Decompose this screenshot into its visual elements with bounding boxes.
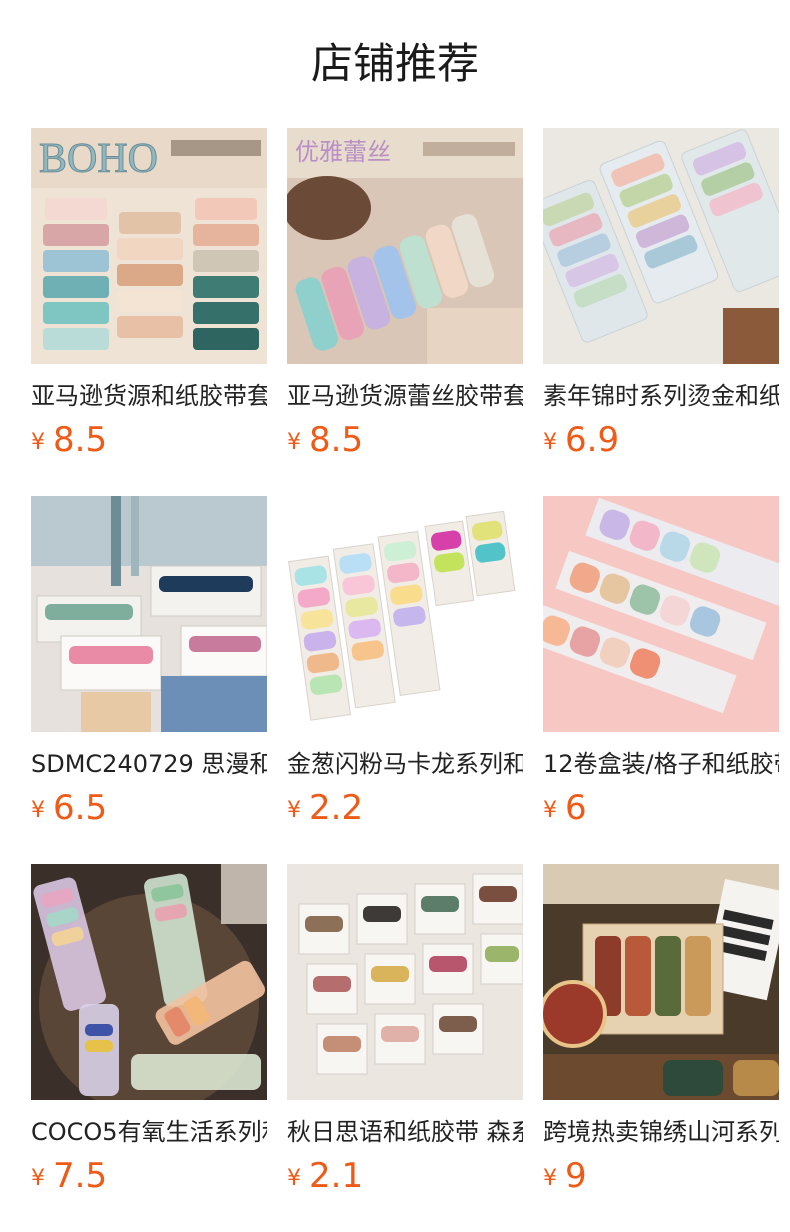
product-image[interactable] <box>287 496 523 732</box>
product-price: ¥2.1 <box>287 1154 523 1204</box>
product-title[interactable]: 素年锦时系列烫金和纸胶带 <box>543 378 779 414</box>
currency-symbol: ¥ <box>287 798 301 823</box>
product-price: ¥8.5 <box>31 418 267 468</box>
svg-text:优雅蕾丝: 优雅蕾丝 <box>295 138 391 166</box>
product-price: ¥6.9 <box>543 418 779 468</box>
price-value: 2.1 <box>309 1156 364 1196</box>
product-title[interactable]: 跨境热卖锦绣山河系列和纸胶带 <box>543 1114 779 1150</box>
product-image[interactable]: 优雅蕾丝 <box>287 128 523 364</box>
price-value: 6.9 <box>565 420 620 460</box>
product-card[interactable]: 12卷盒装/格子和纸胶带 ¥6 <box>543 496 779 836</box>
product-card[interactable]: 跨境热卖锦绣山河系列和纸胶带 ¥9 <box>543 864 779 1204</box>
price-value: 2.2 <box>309 788 364 828</box>
product-image[interactable]: BOHO <box>31 128 267 364</box>
product-price: ¥2.2 <box>287 786 523 836</box>
svg-text:BOHO: BOHO <box>39 136 158 182</box>
product-card[interactable]: 优雅蕾丝 亚马逊货源蕾丝胶带套装 ¥8.5 <box>287 128 523 468</box>
price-value: 7.5 <box>53 1156 108 1196</box>
currency-symbol: ¥ <box>543 798 557 823</box>
product-price: ¥8.5 <box>287 418 523 468</box>
product-title[interactable]: 12卷盒装/格子和纸胶带 <box>543 746 779 782</box>
currency-symbol: ¥ <box>31 430 45 455</box>
currency-symbol: ¥ <box>287 1166 301 1191</box>
price-value: 9 <box>565 1156 587 1196</box>
currency-symbol: ¥ <box>31 1166 45 1191</box>
product-card[interactable]: SDMC240729 思漫和纸胶带 ¥6.5 <box>31 496 267 836</box>
section-title: 店铺推荐 <box>310 39 479 88</box>
product-image[interactable] <box>543 128 779 364</box>
product-image[interactable] <box>31 496 267 732</box>
product-card[interactable]: 素年锦时系列烫金和纸胶带 ¥6.9 <box>543 128 779 468</box>
currency-symbol: ¥ <box>31 798 45 823</box>
product-title[interactable]: 亚马逊货源蕾丝胶带套装 <box>287 378 523 414</box>
product-title[interactable]: SDMC240729 思漫和纸胶带 <box>31 746 267 782</box>
product-price: ¥6.5 <box>31 786 267 836</box>
product-price: ¥6 <box>543 786 779 836</box>
price-value: 6 <box>565 788 587 828</box>
product-image[interactable] <box>287 864 523 1100</box>
price-value: 8.5 <box>309 420 364 460</box>
product-card[interactable]: 秋日思语和纸胶带 森系 ¥2.1 <box>287 864 523 1204</box>
product-image[interactable] <box>543 496 779 732</box>
product-title[interactable]: 金葱闪粉马卡龙系列和纸胶带 <box>287 746 523 782</box>
price-value: 8.5 <box>53 420 108 460</box>
product-card[interactable]: COCO5有氧生活系列和纸胶带 ¥7.5 <box>31 864 267 1204</box>
product-price: ¥7.5 <box>31 1154 267 1204</box>
product-image[interactable] <box>543 864 779 1100</box>
product-image[interactable] <box>31 864 267 1100</box>
currency-symbol: ¥ <box>287 430 301 455</box>
product-price: ¥9 <box>543 1154 779 1204</box>
product-card[interactable]: 金葱闪粉马卡龙系列和纸胶带 ¥2.2 <box>287 496 523 836</box>
product-title[interactable]: 秋日思语和纸胶带 森系 <box>287 1114 523 1150</box>
product-title[interactable]: 亚马逊货源和纸胶带套装 <box>31 378 267 414</box>
price-value: 6.5 <box>53 788 108 828</box>
currency-symbol: ¥ <box>543 1166 557 1191</box>
currency-symbol: ¥ <box>543 430 557 455</box>
product-card[interactable]: BOHO 亚马逊货源和纸胶带套 ¥ 8.5 <box>31 128 267 468</box>
product-title[interactable]: COCO5有氧生活系列和纸胶带 <box>31 1114 267 1150</box>
